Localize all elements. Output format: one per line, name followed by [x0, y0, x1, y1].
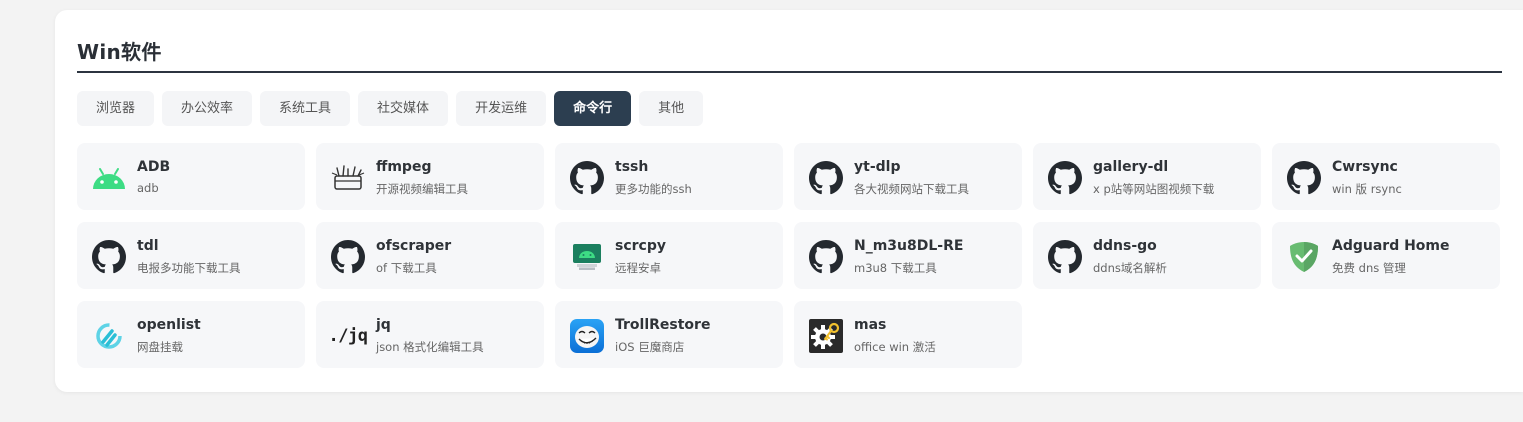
- software-item-openlist[interactable]: openlist 网盘挂载: [77, 301, 305, 368]
- software-name: ADB: [137, 159, 171, 175]
- tab-system-tools[interactable]: 系统工具: [260, 91, 351, 126]
- software-desc: 电报多功能下载工具: [137, 261, 241, 275]
- software-desc: 开源视频编辑工具: [376, 182, 468, 196]
- software-item-n-m3u8dl-re[interactable]: N_m3u8DL-RE m3u8 下载工具: [794, 222, 1022, 289]
- tab-devops[interactable]: 开发运维: [456, 91, 547, 126]
- software-name: scrcpy: [615, 238, 666, 254]
- software-desc: 远程安卓: [615, 261, 661, 275]
- github-icon: [808, 160, 844, 196]
- software-item-adb[interactable]: ADB adb: [77, 143, 305, 210]
- software-item-cwrsync[interactable]: Cwrsync win 版 rsync: [1272, 143, 1500, 210]
- software-name: tdl: [137, 238, 159, 254]
- software-desc: 各大视频网站下载工具: [854, 182, 969, 196]
- software-desc: of 下载工具: [376, 261, 437, 275]
- tab-social-media[interactable]: 社交媒体: [358, 91, 449, 126]
- software-name: gallery-dl: [1093, 159, 1169, 175]
- software-name: N_m3u8DL-RE: [854, 238, 964, 254]
- software-name: yt-dlp: [854, 159, 901, 175]
- openlist-icon: [91, 318, 127, 354]
- jq-icon-text: ./jq: [328, 326, 368, 346]
- software-name: Adguard Home: [1332, 238, 1450, 254]
- adguard-shield-icon: [1286, 239, 1322, 275]
- title-divider: [77, 71, 1502, 73]
- software-desc: json 格式化编辑工具: [376, 340, 484, 354]
- github-icon: [1286, 160, 1322, 196]
- software-item-tdl[interactable]: tdl 电报多功能下载工具: [77, 222, 305, 289]
- software-item-trollrestore[interactable]: TrollRestore iOS 巨魔商店: [555, 301, 783, 368]
- github-icon: [330, 239, 366, 275]
- software-name: mas: [854, 317, 887, 333]
- software-item-tssh[interactable]: tssh 更多功能的ssh: [555, 143, 783, 210]
- software-desc: x p站等网站图视频下载: [1093, 182, 1215, 196]
- software-desc: iOS 巨魔商店: [615, 340, 685, 354]
- software-name: ddns-go: [1093, 238, 1157, 254]
- trollface-icon: [569, 318, 605, 354]
- mas-gear-key-icon: [808, 318, 844, 354]
- software-desc: 免费 dns 管理: [1332, 261, 1406, 275]
- software-desc: 网盘挂载: [137, 340, 183, 354]
- software-name: openlist: [137, 317, 201, 333]
- tab-command-line[interactable]: 命令行: [554, 91, 632, 126]
- android-icon: [91, 160, 127, 196]
- software-desc: ddns域名解析: [1093, 261, 1167, 275]
- github-icon: [1047, 239, 1083, 275]
- software-desc: adb: [137, 181, 159, 195]
- github-icon: [808, 239, 844, 275]
- software-name: TrollRestore: [615, 317, 711, 333]
- software-item-ddns-go[interactable]: ddns-go ddns域名解析: [1033, 222, 1261, 289]
- scrcpy-icon: [569, 239, 605, 275]
- software-desc: office win 激活: [854, 340, 936, 354]
- software-item-ofscraper[interactable]: ofscraper of 下载工具: [316, 222, 544, 289]
- tab-office[interactable]: 办公效率: [162, 91, 253, 126]
- software-name: tssh: [615, 159, 649, 175]
- software-card: Win软件 浏览器 办公效率 系统工具 社交媒体 开发运维 命令行 其他 ADB…: [55, 10, 1523, 392]
- github-icon: [91, 239, 127, 275]
- section-title: Win软件: [77, 40, 162, 64]
- category-tabs: 浏览器 办公效率 系统工具 社交媒体 开发运维 命令行 其他: [77, 91, 704, 126]
- jq-icon: ./jq: [328, 318, 368, 354]
- software-item-jq[interactable]: ./jq jq json 格式化编辑工具: [316, 301, 544, 368]
- github-icon: [1047, 160, 1083, 196]
- software-desc: 更多功能的ssh: [615, 182, 692, 196]
- tab-other[interactable]: 其他: [639, 91, 704, 126]
- software-item-gallery-dl[interactable]: gallery-dl x p站等网站图视频下载: [1033, 143, 1261, 210]
- tab-browser[interactable]: 浏览器: [77, 91, 155, 126]
- software-name: ofscraper: [376, 238, 452, 254]
- software-item-ffmpeg[interactable]: ffmpeg 开源视频编辑工具: [316, 143, 544, 210]
- ffmpeg-icon: [330, 160, 366, 196]
- software-name: ffmpeg: [376, 159, 432, 175]
- software-desc: win 版 rsync: [1332, 182, 1402, 196]
- software-item-scrcpy[interactable]: scrcpy 远程安卓: [555, 222, 783, 289]
- github-icon: [569, 160, 605, 196]
- software-item-mas[interactable]: mas office win 激活: [794, 301, 1022, 368]
- software-name: jq: [376, 317, 391, 333]
- software-grid: ADB adb ffmpeg 开源视频编辑工具 tssh 更多功能的ssh yt…: [77, 143, 1502, 368]
- software-item-yt-dlp[interactable]: yt-dlp 各大视频网站下载工具: [794, 143, 1022, 210]
- software-name: Cwrsync: [1332, 159, 1398, 175]
- software-desc: m3u8 下载工具: [854, 261, 937, 275]
- software-item-adguard-home[interactable]: Adguard Home 免费 dns 管理: [1272, 222, 1500, 289]
